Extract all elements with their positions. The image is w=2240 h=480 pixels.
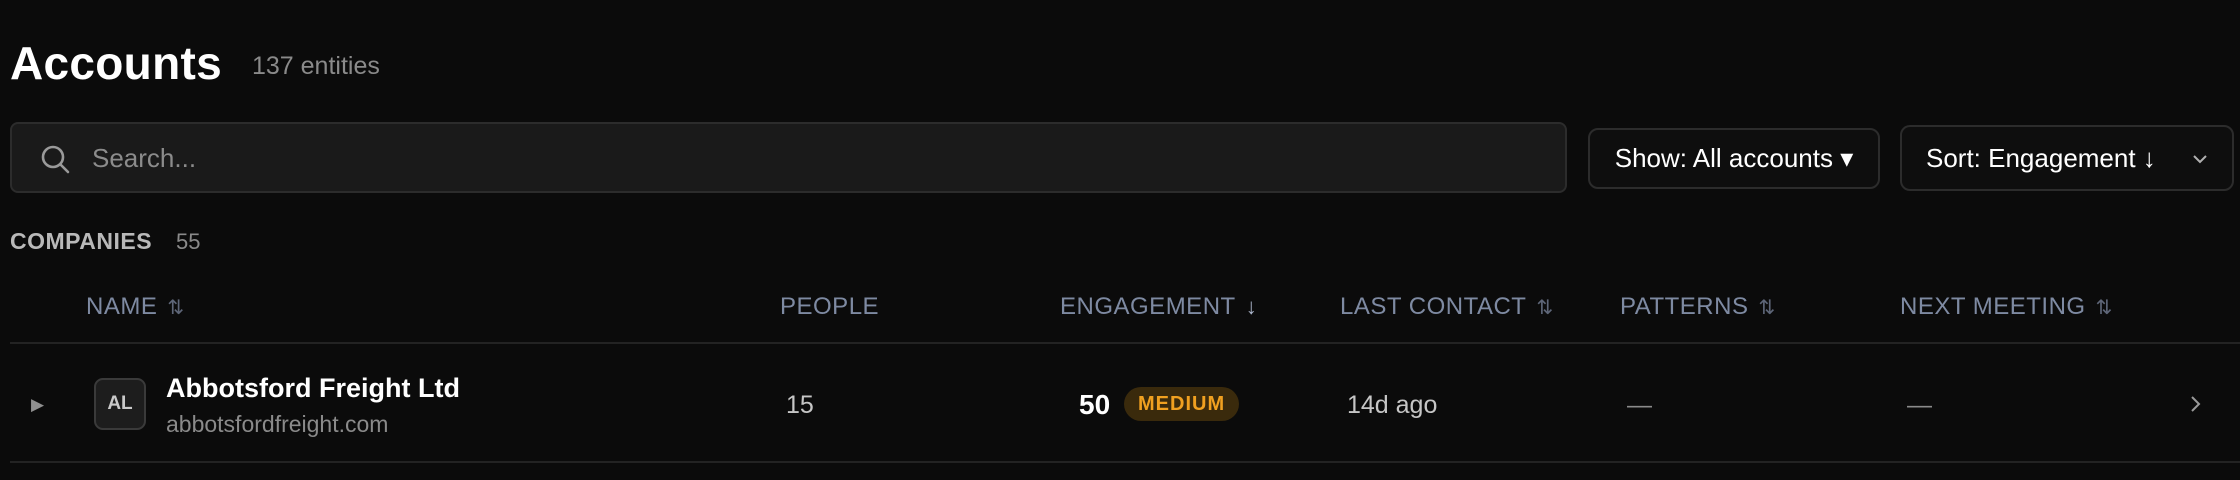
sort-arrows-icon: ⇅ — [167, 296, 185, 319]
next-meeting-value: — — [1907, 391, 1932, 419]
sort-down-icon: ↓ — [1245, 294, 1258, 319]
sort-button[interactable]: Sort: Engagement ↓ — [1900, 125, 2234, 191]
entity-count: 137 entities — [252, 52, 380, 80]
engagement-badge: MEDIUM — [1124, 387, 1240, 421]
column-header-people[interactable]: PEOPLE — [780, 293, 879, 321]
sort-label: Sort: Engagement ↓ — [1926, 142, 2156, 173]
section-label: COMPANIES — [10, 228, 153, 254]
column-header-next-meeting[interactable]: NEXT MEETING ⇅ — [1900, 293, 2113, 321]
table-row[interactable]: ▶ AL Abbotsford Freight Ltd abbotsfordfr… — [0, 345, 2240, 461]
page-title: Accounts — [10, 37, 222, 89]
sort-arrows-icon: ⇅ — [2095, 296, 2113, 319]
row-divider — [10, 461, 2240, 463]
column-header-label: PEOPLE — [780, 293, 880, 320]
sort-arrows-icon: ⇅ — [1758, 296, 1776, 319]
chevron-down-icon — [2193, 155, 2207, 164]
show-filter-label: Show: All accounts ▾ — [1614, 143, 1854, 173]
column-header-patterns[interactable]: PATTERNS ⇅ — [1620, 293, 1776, 321]
avatar: AL — [94, 378, 146, 430]
expand-caret-icon[interactable]: ▶ — [31, 395, 44, 415]
chevron-right-icon[interactable] — [2188, 393, 2204, 415]
column-header-label: PATTERNS — [1620, 293, 1749, 320]
column-header-label: NAME — [86, 293, 158, 320]
sort-arrows-icon: ⇅ — [1536, 296, 1554, 319]
column-header-last-contact[interactable]: LAST CONTACT ⇅ — [1340, 293, 1554, 321]
show-filter-button[interactable]: Show: All accounts ▾ — [1588, 128, 1880, 189]
column-header-label: NEXT MEETING — [1900, 293, 2086, 320]
last-contact: 14d ago — [1347, 391, 1438, 419]
column-header-name[interactable]: NAME ⇅ — [86, 293, 185, 321]
search-input[interactable] — [92, 134, 1532, 182]
header-divider — [10, 342, 2240, 344]
engagement-score: 50 — [1079, 389, 1111, 420]
search-icon — [41, 145, 70, 174]
column-header-label: ENGAGEMENT — [1060, 293, 1236, 320]
patterns-value: — — [1627, 391, 1652, 419]
people-count: 15 — [786, 391, 814, 419]
company-domain: abbotsfordfreight.com — [166, 411, 389, 437]
section-count: 55 — [176, 229, 201, 254]
column-header-engagement[interactable]: ENGAGEMENT ↓ — [1060, 293, 1257, 321]
search-box[interactable] — [10, 122, 1567, 193]
column-header-label: LAST CONTACT — [1340, 293, 1527, 320]
company-name[interactable]: Abbotsford Freight Ltd — [166, 373, 460, 404]
